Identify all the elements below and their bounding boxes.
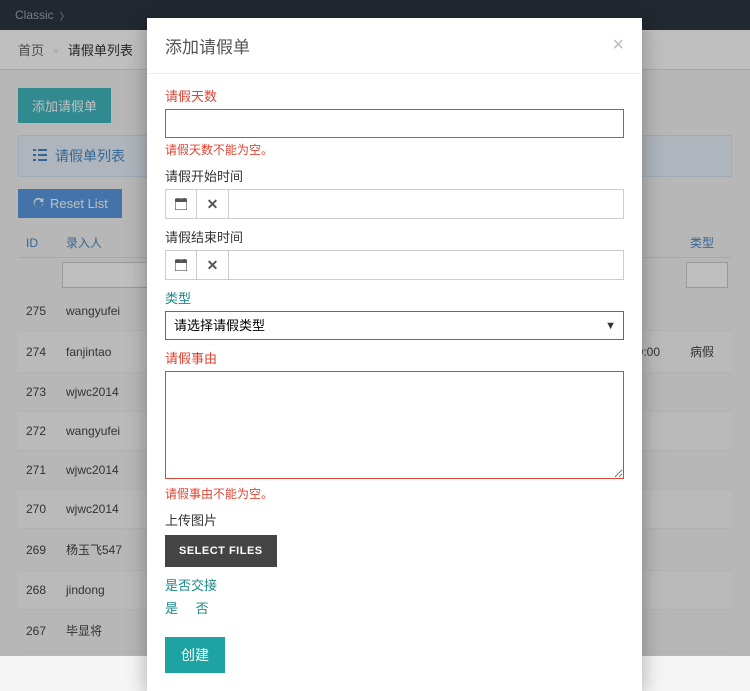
close-icon[interactable]: ×	[612, 34, 624, 57]
clear-date-icon[interactable]: ✕	[197, 250, 229, 280]
start-input[interactable]	[229, 189, 624, 219]
handover-yes[interactable]: 是	[165, 601, 178, 616]
modal-header: 添加请假单 ×	[147, 18, 642, 74]
calendar-icon[interactable]	[165, 250, 197, 280]
modal-body: 请假天数 请假天数不能为空。 请假开始时间 ✕ 请假结束时间 ✕	[147, 74, 642, 691]
reason-label: 请假事由	[165, 348, 624, 367]
field-type: 类型 请选择请假类型 ▼	[165, 288, 624, 340]
reason-error: 请假事由不能为空。	[165, 485, 624, 502]
calendar-icon[interactable]	[165, 189, 197, 219]
field-start: 请假开始时间 ✕	[165, 166, 624, 219]
days-error: 请假天数不能为空。	[165, 141, 624, 158]
field-days: 请假天数 请假天数不能为空。	[165, 86, 624, 158]
days-input[interactable]	[165, 109, 624, 138]
field-end: 请假结束时间 ✕	[165, 227, 624, 280]
handover-no[interactable]: 否	[196, 601, 209, 616]
field-handover: 是否交接 是 否	[165, 575, 624, 617]
add-leave-modal: 添加请假单 × 请假天数 请假天数不能为空。 请假开始时间 ✕ 请假结束时间	[147, 18, 642, 691]
start-label: 请假开始时间	[165, 166, 624, 185]
type-label: 类型	[165, 288, 624, 307]
field-upload: 上传图片 SELECT FILES	[165, 510, 624, 567]
type-select[interactable]: 请选择请假类型	[165, 311, 624, 340]
end-label: 请假结束时间	[165, 227, 624, 246]
days-label: 请假天数	[165, 86, 624, 105]
handover-label: 是否交接	[165, 575, 624, 594]
select-files-button[interactable]: SELECT FILES	[165, 535, 277, 567]
modal-title: 添加请假单	[165, 33, 250, 58]
clear-date-icon[interactable]: ✕	[197, 189, 229, 219]
reason-textarea[interactable]	[165, 371, 624, 479]
field-reason: 请假事由 请假事由不能为空。	[165, 348, 624, 502]
upload-label: 上传图片	[165, 510, 624, 529]
create-button[interactable]: 创建	[165, 637, 225, 673]
end-input[interactable]	[229, 250, 624, 280]
